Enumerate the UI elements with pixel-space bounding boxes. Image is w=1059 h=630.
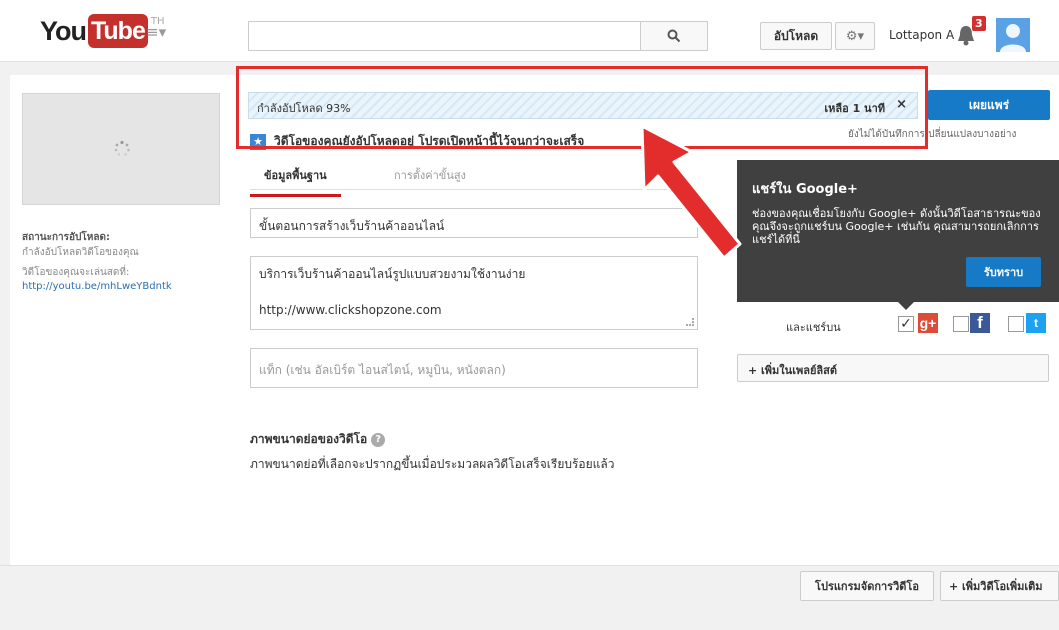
- add-more-videos-button[interactable]: + เพิ่มวิดีโอเพิ่มเติม: [940, 571, 1059, 601]
- gplus-got-it-button[interactable]: รับทราบ: [966, 257, 1041, 287]
- loading-spinner-icon: [114, 140, 130, 156]
- gplus-tooltip-title: แชร์ใน Google+: [752, 182, 858, 197]
- video-live-url-note: วิดีโอของคุณจะเล่นสดที่: http://youtu.be…: [22, 266, 222, 294]
- logo-you-text: You: [40, 16, 87, 46]
- gplus-share-checkbox[interactable]: ✓: [898, 316, 914, 332]
- video-url-link[interactable]: http://youtu.be/mhLweYBdntk: [22, 281, 172, 292]
- live-url-prefix: วิดีโอของคุณจะเล่นสดที่:: [22, 267, 130, 278]
- gear-icon: ⚙▾: [845, 28, 865, 44]
- top-header: You Tube TH ≡▾ อัปโหลด ⚙▾ Lottapon A 3: [0, 0, 1059, 62]
- publish-button[interactable]: เผยแพร่: [928, 90, 1050, 120]
- google-plus-share-tooltip: แชร์ใน Google+ ช่องของคุณเชื่อมโยงกับ Go…: [737, 160, 1059, 302]
- thumbnail-heading: ภาพขนาดย่อของวิดีโอ ?: [250, 430, 386, 449]
- logo-tube-text: Tube: [88, 14, 148, 48]
- notification-count-badge[interactable]: 3: [972, 16, 986, 31]
- resize-handle[interactable]: [686, 318, 694, 326]
- close-icon[interactable]: ×: [896, 97, 907, 112]
- upload-button[interactable]: อัปโหลด: [760, 22, 832, 50]
- facebook-share-checkbox[interactable]: [953, 316, 969, 332]
- upload-progress-label: กำลังอัปโหลด 93%: [257, 102, 351, 115]
- upload-status-title: สถานะการอัปโหลด:: [22, 232, 110, 243]
- twitter-icon: t: [1026, 313, 1046, 333]
- settings-button[interactable]: ⚙▾: [835, 22, 875, 50]
- tags-field[interactable]: แท็ก (เช่น อัลเบิร์ต ไอนสไตน์, หมูบิน, ห…: [250, 348, 698, 388]
- thumbnail-note: ภาพขนาดย่อที่เลือกจะปรากฏขึ้นเมื่อประมวล…: [250, 457, 615, 471]
- search-icon: [667, 29, 681, 43]
- unsaved-changes-note: ยังไม่ได้บันทึกการเปลี่ยนแปลงบางอย่าง: [848, 129, 1017, 140]
- search-input[interactable]: [248, 21, 641, 51]
- avatar[interactable]: [996, 18, 1030, 52]
- tab-basic-info[interactable]: ข้อมูลพื้นฐาน: [250, 166, 341, 197]
- video-manager-button[interactable]: โปรแกรมจัดการวิดีโอ: [800, 571, 934, 601]
- username[interactable]: Lottapon A: [889, 28, 954, 42]
- edit-tabs: ข้อมูลพื้นฐาน การตั้งค่าขั้นสูง: [250, 160, 698, 197]
- search-button[interactable]: [640, 21, 708, 51]
- upload-status-subtitle: กำลังอัปโหลดวิดีโอของคุณ: [22, 247, 139, 258]
- help-icon[interactable]: ?: [371, 432, 386, 447]
- tab-advanced-settings[interactable]: การตั้งค่าขั้นสูง: [394, 166, 466, 194]
- video-thumbnail-placeholder: [22, 93, 220, 205]
- share-on-label: และแชร์บน: [786, 321, 841, 334]
- star-info-icon: ★: [250, 133, 266, 150]
- thumbnail-heading-text: ภาพขนาดย่อของวิดีโอ: [250, 432, 368, 446]
- add-to-playlist-button[interactable]: + เพิ่มในเพลย์ลิสต์: [737, 354, 1049, 382]
- facebook-icon: f: [970, 313, 990, 333]
- tooltip-pointer: [898, 302, 914, 310]
- gplus-tooltip-body: ช่องของคุณเชื่อมโยงกับ Google+ ดังนั้นวิ…: [752, 207, 1041, 246]
- title-field[interactable]: ขั้นตอนการสร้างเว็บร้านค้าออนไลน์: [250, 208, 698, 238]
- description-text: บริการเว็บร้านค้าออนไลน์รูปแบบสวยงามใช้ง…: [259, 267, 526, 317]
- google-plus-icon: g+: [918, 313, 938, 333]
- processing-notice: ★ วิดีโอของคุณยังอัปโหลดอยู่ โปรดเปิดหน้…: [250, 132, 584, 151]
- description-field[interactable]: บริการเว็บร้านค้าออนไลน์รูปแบบสวยงามใช้ง…: [250, 256, 698, 330]
- upload-time-remaining: เหลือ 1 นาที: [824, 102, 885, 115]
- guide-menu-icon[interactable]: ≡▾: [146, 24, 170, 40]
- processing-notice-text: วิดีโอของคุณยังอัปโหลดอยู่ โปรดเปิดหน้าน…: [274, 134, 585, 148]
- upload-progress-bar: กำลังอัปโหลด 93% เหลือ 1 นาที ×: [248, 92, 918, 119]
- twitter-share-checkbox[interactable]: [1008, 316, 1024, 332]
